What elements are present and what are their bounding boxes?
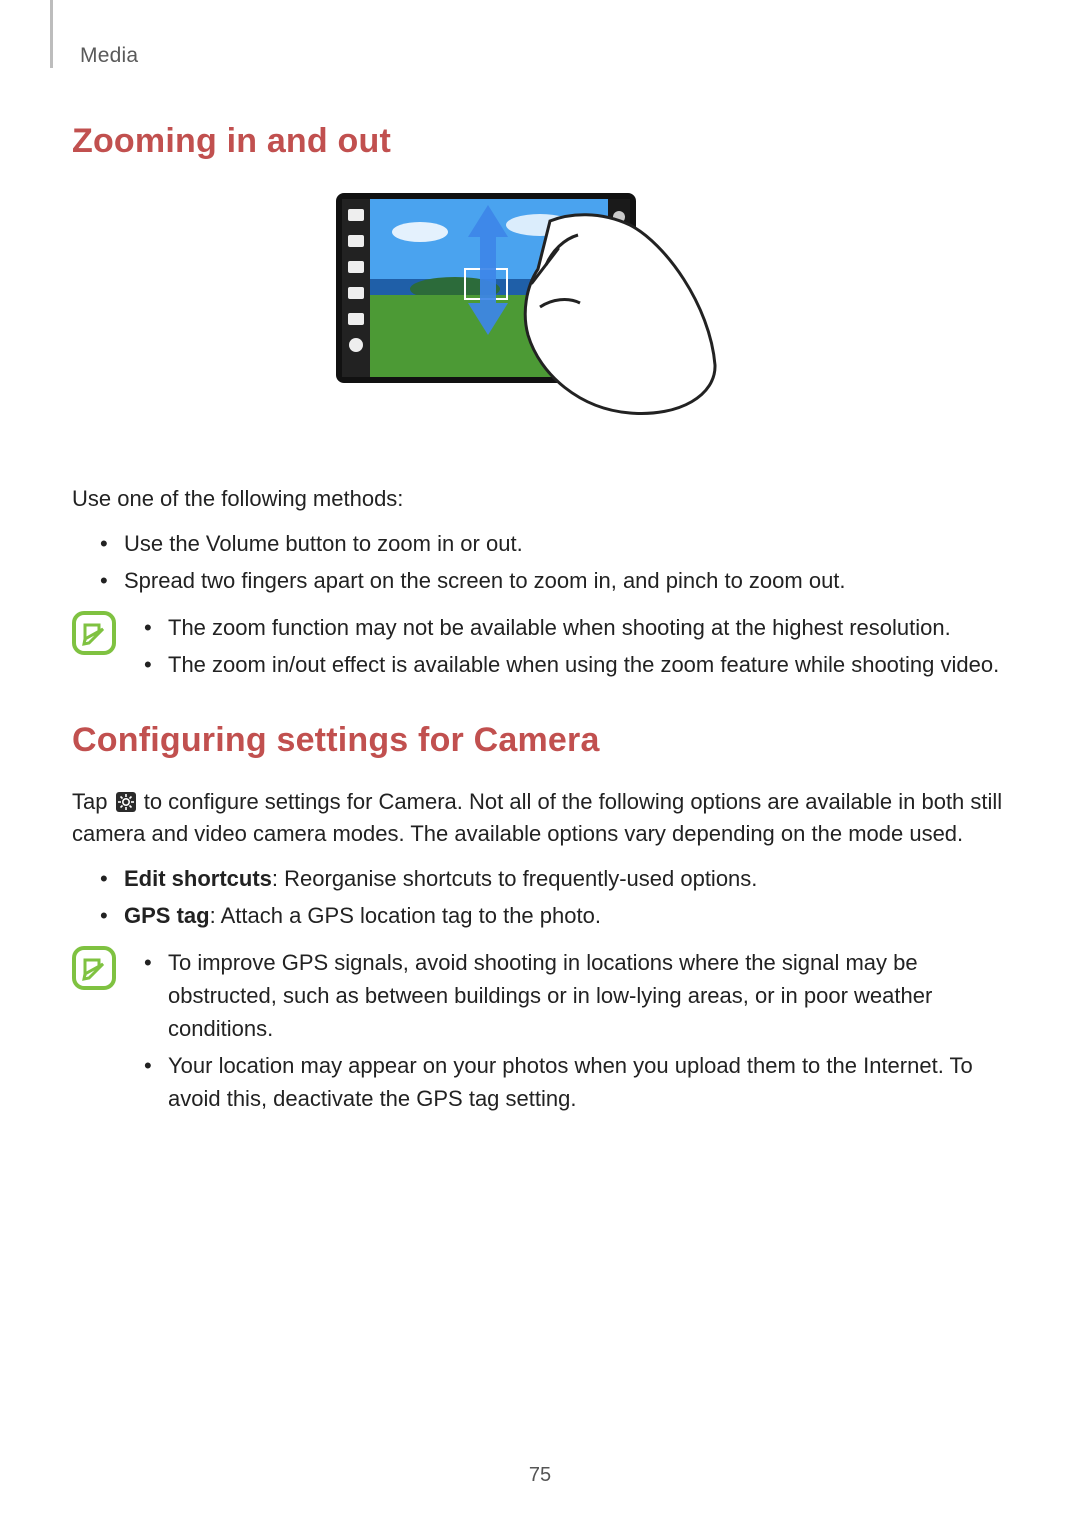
bullet-rest: : Reorganise shortcuts to frequently-use… [272, 866, 758, 891]
list-item: The zoom in/out effect is available when… [144, 648, 1008, 681]
breadcrumb: Media [80, 44, 1008, 68]
config-note-list: To improve GPS signals, avoid shooting i… [134, 942, 1008, 1119]
note-icon [72, 611, 116, 655]
page-tab-mark [50, 0, 53, 68]
zoom-note-list: The zoom function may not be available w… [134, 607, 1008, 685]
note-block-zoom: The zoom function may not be available w… [72, 607, 1008, 685]
note-block-config: To improve GPS signals, avoid shooting i… [72, 942, 1008, 1119]
section-title-config: Configuring settings for Camera [72, 721, 1008, 760]
gear-icon [116, 792, 136, 812]
config-intro-pre: Tap [72, 789, 114, 814]
page: Media Zooming in and out [0, 0, 1080, 1527]
zoom-bullet-list: Use the Volume button to zoom in or out.… [72, 527, 1008, 597]
bullet-rest: : Attach a GPS location tag to the photo… [210, 903, 601, 928]
page-number: 75 [0, 1464, 1080, 1487]
config-intro: Tap to configure settings for Camera. No… [72, 786, 1008, 850]
list-item: Spread two fingers apart on the screen t… [100, 564, 1008, 597]
config-bullet-list: Edit shortcuts: Reorganise shortcuts to … [72, 862, 1008, 932]
list-item: Edit shortcuts: Reorganise shortcuts to … [100, 862, 1008, 895]
list-item: The zoom function may not be available w… [144, 611, 1008, 644]
zoom-illustration [330, 187, 750, 427]
section-title-zoom: Zooming in and out [72, 122, 1008, 161]
bullet-bold: Edit shortcuts [124, 866, 272, 891]
config-intro-post: to configure settings for Camera. Not al… [72, 789, 1002, 846]
zoom-intro: Use one of the following methods: [72, 483, 1008, 515]
bullet-bold: GPS tag [124, 903, 210, 928]
list-item: GPS tag: Attach a GPS location tag to th… [100, 899, 1008, 932]
list-item: Your location may appear on your photos … [144, 1049, 1008, 1115]
list-item: To improve GPS signals, avoid shooting i… [144, 946, 1008, 1045]
note-icon [72, 946, 116, 990]
list-item: Use the Volume button to zoom in or out. [100, 527, 1008, 560]
